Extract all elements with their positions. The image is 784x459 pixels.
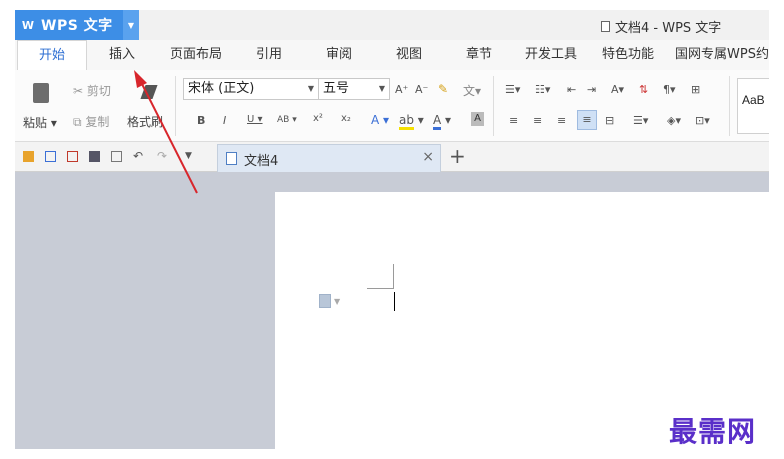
document-tab[interactable]: 文档4 × (217, 144, 441, 172)
font-size-value: 五号 (323, 81, 350, 96)
menu-tabs: 开始 插入 页面布局 引用 审阅 视图 章节 开发工具 特色功能 国网专属WPS… (15, 40, 769, 70)
style-gallery[interactable]: AaB (737, 78, 769, 134)
tab-special-features[interactable]: 特色功能 (595, 40, 661, 70)
paste-label: 粘贴 (23, 116, 48, 130)
tab-section[interactable]: 章节 (457, 40, 501, 70)
font-color-icon[interactable]: A ▾ (433, 113, 451, 130)
margin-corner-mark (393, 264, 394, 289)
table-icon[interactable]: ⊞ (691, 83, 700, 96)
paste-options-button[interactable]: ▼ (319, 294, 340, 308)
align-center-icon[interactable]: ≡ (533, 114, 542, 127)
grow-font-icon[interactable]: A⁺ (395, 83, 408, 96)
tab-page-layout[interactable]: 页面布局 (165, 40, 227, 70)
underline-icon[interactable]: U ▾ (247, 114, 263, 125)
chevron-down-icon[interactable]: ▼ (123, 10, 139, 40)
document-icon (226, 152, 237, 165)
redo-icon[interactable]: ↷ (157, 149, 167, 163)
save-icon[interactable] (45, 151, 56, 162)
open-icon[interactable] (23, 151, 34, 162)
bold-icon[interactable]: B (197, 114, 205, 127)
watermark: 最需网 (669, 415, 757, 448)
tab-state-grid-wps[interactable]: 国网专属WPS约 (675, 40, 769, 70)
paste-options-icon (319, 294, 331, 308)
cut-label: 剪切 (86, 84, 111, 98)
divider (493, 76, 494, 136)
close-icon[interactable]: × (422, 149, 434, 165)
chevron-down-icon: ▼ (378, 84, 385, 93)
title-bar: W WPS 文字 ▼ 文档4 - WPS 文字 (15, 10, 769, 40)
font-size-select[interactable]: 五号 ▼ (318, 78, 390, 100)
clear-format-icon[interactable]: ✎ (438, 82, 448, 96)
document-icon (601, 21, 610, 32)
paste-icon[interactable] (33, 83, 49, 103)
margin-corner-mark (367, 288, 394, 289)
print-preview-icon[interactable] (111, 151, 122, 162)
tab-review[interactable]: 审阅 (317, 40, 361, 70)
customize-toolbar-icon[interactable]: ▼ (185, 151, 192, 161)
divider (175, 76, 176, 136)
phonetic-guide-icon[interactable]: 文▾ (463, 82, 481, 99)
tab-developer[interactable]: 开发工具 (519, 40, 583, 70)
tab-insert[interactable]: 插入 (97, 40, 147, 70)
app-name: WPS 文字 (41, 18, 113, 34)
document-tab-title: 文档4 (244, 154, 279, 169)
paste-button[interactable]: 粘贴 ▾ (23, 114, 57, 131)
format-painter-button[interactable]: 格式刷 (127, 113, 163, 130)
font-name-select[interactable]: 宋体 (正文) ▼ (183, 78, 319, 100)
italic-icon[interactable]: I (223, 114, 226, 127)
shrink-font-icon[interactable]: A⁻ (415, 83, 428, 96)
show-marks-icon[interactable]: ¶▾ (663, 83, 676, 96)
font-name-value: 宋体 (正文) (188, 81, 255, 96)
border-icon[interactable]: ⊡▾ (695, 114, 710, 127)
distributed-icon[interactable]: ⊟ (605, 114, 614, 127)
tab-home[interactable]: 开始 (17, 40, 87, 70)
wps-window: W WPS 文字 ▼ 文档4 - WPS 文字 开始 插入 页面布局 引用 审阅… (15, 10, 769, 449)
format-painter-icon[interactable] (140, 85, 158, 99)
style-preview: AaB (742, 93, 765, 107)
new-tab-button[interactable]: + (449, 144, 466, 168)
highlight-icon[interactable]: ab ▾ (399, 113, 424, 130)
divider (729, 76, 730, 136)
line-spacing-icon[interactable]: ☰▾ (633, 114, 648, 127)
chevron-down-icon: ▼ (334, 296, 341, 306)
chevron-down-icon: ▼ (307, 84, 314, 93)
align-right-icon[interactable]: ≡ (557, 114, 566, 127)
ribbon: 粘贴 ▾ ✂ 剪切 ⧉ 复制 格式刷 宋体 (正文) ▼ 五号 ▼ A⁺ A⁻ … (15, 70, 769, 142)
export-pdf-icon[interactable] (67, 151, 78, 162)
increase-indent-icon[interactable]: ⇥ (587, 83, 596, 96)
text-effect-icon[interactable]: A ▾ (371, 113, 389, 127)
cut-button[interactable]: ✂ 剪切 (73, 82, 111, 99)
strikethrough-icon[interactable]: AB ▾ (277, 115, 297, 125)
bullet-list-icon[interactable]: ☰▾ (505, 83, 520, 96)
character-shading-icon[interactable]: A (471, 112, 484, 126)
tab-references[interactable]: 引用 (247, 40, 291, 70)
tab-view[interactable]: 视图 (387, 40, 431, 70)
chinese-layout-icon[interactable]: A▾ (611, 83, 624, 96)
decrease-indent-icon[interactable]: ⇤ (567, 83, 576, 96)
align-left-icon[interactable]: ≡ (509, 114, 518, 127)
shading-icon[interactable]: ◈▾ (667, 114, 681, 127)
window-title: 文档4 - WPS 文字 (601, 17, 721, 36)
copy-button[interactable]: ⧉ 复制 (73, 113, 109, 130)
wps-app-menu-button[interactable]: W WPS 文字 ▼ (15, 10, 139, 40)
justify-icon[interactable]: ≡ (577, 110, 597, 130)
quick-access-toolbar: ↶ ↷ ▼ 文档4 × + (15, 142, 769, 172)
sort-icon[interactable]: ⇅ (639, 83, 648, 96)
undo-icon[interactable]: ↶ (133, 149, 143, 163)
numbered-list-icon[interactable]: ☷▾ (535, 83, 550, 96)
superscript-icon[interactable]: x² (313, 113, 323, 124)
wps-logo-icon: W (21, 18, 35, 32)
print-icon[interactable] (89, 151, 100, 162)
subscript-icon[interactable]: x₂ (341, 113, 351, 124)
copy-label: 复制 (85, 115, 110, 129)
window-title-text: 文档4 - WPS 文字 (615, 21, 722, 36)
text-cursor (394, 292, 395, 311)
